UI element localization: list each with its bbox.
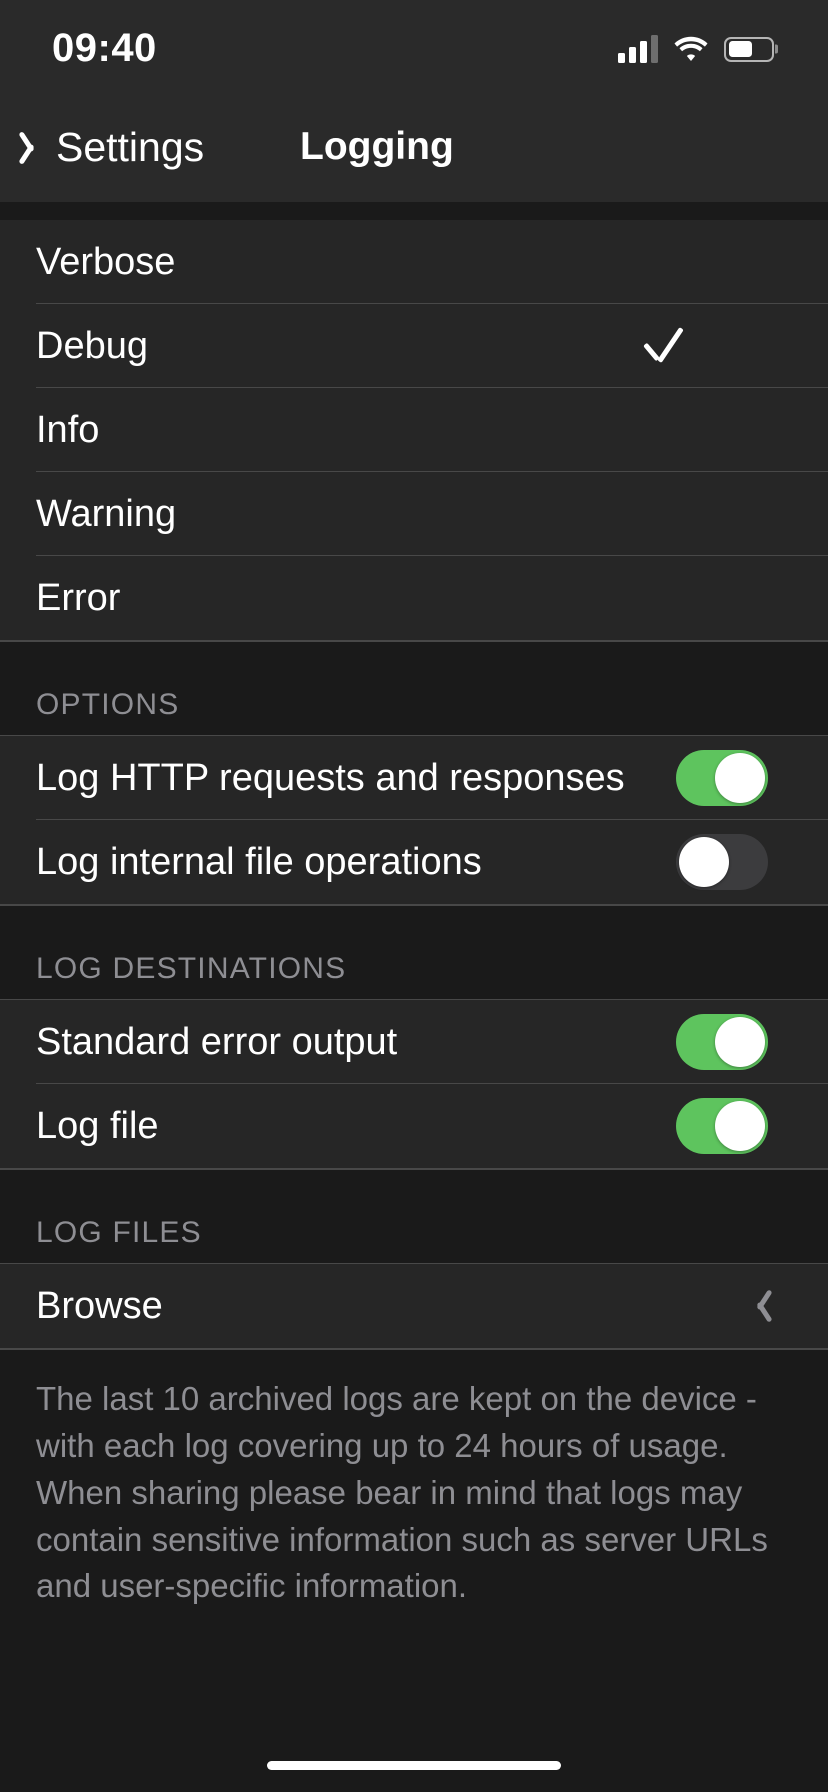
row-label: Browse	[36, 1284, 163, 1327]
log-destinations-group: Standard error output Log file	[0, 1000, 828, 1168]
cellular-signal-icon	[618, 35, 658, 63]
section-top-separator	[0, 640, 828, 642]
row-label: Log file	[36, 1104, 159, 1147]
toggle-knob	[679, 837, 729, 887]
page-title: Logging	[300, 125, 454, 168]
toggle-standard-error-output[interactable]	[676, 1014, 768, 1070]
status-bar: 09:40	[0, 0, 828, 92]
log-files-footer: The last 10 archived logs are kept on th…	[0, 1348, 828, 1611]
row-label: Log HTTP requests and responses	[36, 756, 625, 799]
toggle-log-http-requests[interactable]	[676, 750, 768, 806]
row-label: Log internal file operations	[36, 840, 482, 883]
back-button-label: Settings	[56, 123, 205, 170]
log-level-row-error[interactable]: Error	[0, 556, 828, 640]
browse-row[interactable]: Browse	[0, 1264, 828, 1348]
battery-icon	[724, 36, 774, 62]
destination-row-standard-error-output[interactable]: Standard error output	[0, 1000, 828, 1084]
log-level-group: Verbose Debug Info Warning Error	[0, 220, 828, 640]
log-level-row-warning[interactable]: Warning	[0, 472, 828, 556]
toggle-knob	[715, 1017, 765, 1067]
row-label: Info	[36, 408, 100, 451]
toggle-log-file[interactable]	[676, 1098, 768, 1154]
section-header-label: LOG DESTINATIONS	[36, 952, 347, 985]
row-label: Warning	[36, 492, 177, 535]
navigation-bar: Settings Logging	[0, 92, 828, 202]
section-header-label: LOG FILES	[36, 1216, 202, 1249]
row-label: Verbose	[36, 240, 176, 283]
home-indicator[interactable]	[267, 1761, 561, 1770]
back-button[interactable]: Settings	[24, 124, 204, 171]
status-bar-time: 09:40	[52, 25, 157, 70]
log-level-row-info[interactable]: Info	[0, 388, 828, 472]
checkmark-icon	[642, 325, 684, 367]
toggle-knob	[715, 753, 765, 803]
chevron-left-icon	[24, 128, 46, 166]
settings-content: Verbose Debug Info Warning Error OPTIONS…	[0, 202, 828, 1792]
status-bar-icons	[618, 35, 774, 63]
battery-fill	[728, 41, 753, 57]
wifi-icon	[674, 36, 708, 62]
option-row-log-http[interactable]: Log HTTP requests and responses	[0, 736, 828, 820]
section-header-log-destinations: LOG DESTINATIONS	[0, 904, 828, 1000]
row-label: Standard error output	[36, 1020, 398, 1063]
option-row-log-internal-file-ops[interactable]: Log internal file operations	[0, 820, 828, 904]
section-header-label: OPTIONS	[36, 688, 180, 721]
row-label: Debug	[36, 324, 148, 367]
content-top-gap	[0, 202, 828, 220]
toggle-log-internal-file-operations[interactable]	[676, 834, 768, 890]
options-group: Log HTTP requests and responses Log inte…	[0, 736, 828, 904]
log-files-group: Browse	[0, 1264, 828, 1348]
log-level-row-debug[interactable]: Debug	[0, 304, 828, 388]
chevron-right-icon	[746, 1286, 768, 1326]
row-label: Error	[36, 576, 121, 619]
section-top-separator	[0, 1168, 828, 1170]
toggle-knob	[715, 1101, 765, 1151]
section-header-log-files: LOG FILES	[0, 1168, 828, 1264]
footer-top-separator	[0, 1348, 828, 1350]
log-level-row-verbose[interactable]: Verbose	[0, 220, 828, 304]
section-header-options: OPTIONS	[0, 640, 828, 736]
phone-screen: 09:40 Settings Logging Verbose Debug Inf…	[0, 0, 828, 1792]
destination-row-log-file[interactable]: Log file	[0, 1084, 828, 1168]
footer-text: The last 10 archived logs are kept on th…	[36, 1380, 768, 1605]
section-top-separator	[0, 904, 828, 906]
